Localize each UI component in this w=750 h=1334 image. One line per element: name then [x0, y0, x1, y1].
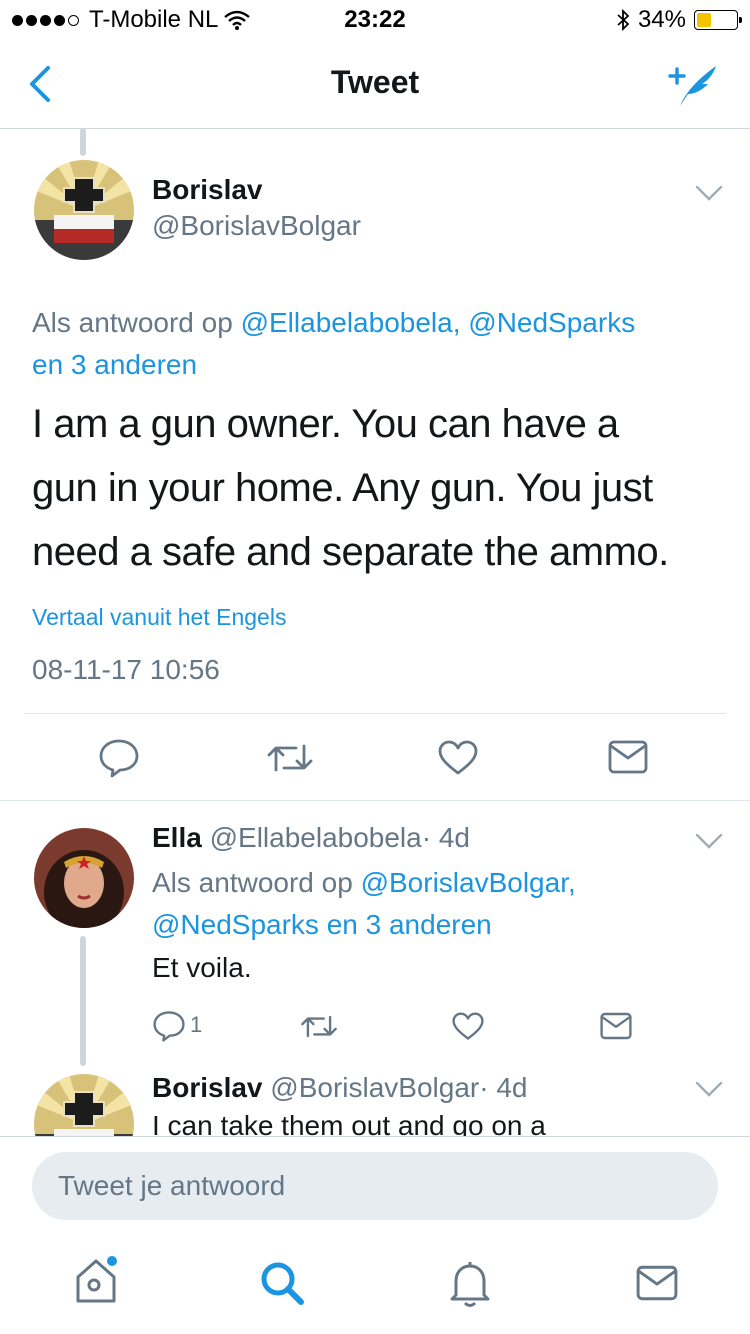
author-name[interactable]: Borislav: [152, 1072, 263, 1103]
reply-context: Als antwoord op @Ellabelabobela, @NedSpa…: [32, 302, 732, 386]
avatar[interactable]: [34, 828, 134, 928]
chevron-down-icon[interactable]: [694, 1080, 724, 1098]
tweet-text-line: I am a gun owner. You can have a: [32, 402, 619, 446]
translate-link[interactable]: Vertaal vanuit het Engels: [32, 604, 286, 631]
reply-input[interactable]: Tweet je antwoord: [32, 1152, 718, 1220]
tweet-text: I am a gun owner. You can have a gun in …: [32, 392, 722, 584]
tweet-text-line: need a safe and separate the ammo.: [32, 530, 669, 574]
reply-icon[interactable]: [98, 738, 140, 778]
avatar[interactable]: [34, 160, 134, 260]
page-title: Tweet: [330, 64, 420, 100]
notifications-icon[interactable]: [448, 1259, 492, 1309]
direct-message-icon[interactable]: [608, 740, 648, 774]
reply-icon[interactable]: [152, 1010, 186, 1042]
composer-divider: [0, 1136, 750, 1137]
like-icon[interactable]: [452, 1012, 484, 1041]
bluetooth-icon: [617, 8, 630, 32]
author-handle[interactable]: @BorislavBolgar: [152, 210, 361, 242]
chevron-down-icon[interactable]: [694, 184, 724, 202]
reply-to-links[interactable]: @Ellabelabobela, @NedSparks: [241, 307, 636, 338]
retweet-icon[interactable]: [300, 1012, 338, 1041]
thread-line: [80, 936, 86, 1066]
search-icon[interactable]: [258, 1259, 306, 1307]
reply-prefix: Als antwoord op: [152, 867, 353, 898]
divider: [0, 800, 750, 801]
tweet-text-line: gun in your home. Any gun. You just: [32, 466, 653, 510]
author-name[interactable]: Ella: [152, 822, 202, 853]
tab-bar: [0, 1245, 750, 1334]
tweet-age: · 4d: [421, 822, 470, 853]
author-handle[interactable]: @Ellabelabobela: [210, 822, 422, 853]
reply-to-others-link[interactable]: @NedSparks en 3 anderen: [152, 909, 492, 940]
tweet-text: I can take them out and go on a: [152, 1110, 546, 1136]
reply-input-placeholder: Tweet je antwoord: [58, 1170, 286, 1201]
reply-2-clip: Borislav @BorislavBolgar· 4d I can take …: [0, 1066, 750, 1136]
reply-to-others-link[interactable]: en 3 anderen: [32, 349, 197, 380]
home-icon[interactable]: [72, 1255, 120, 1305]
reply-to-link[interactable]: @BorislavBolgar,: [361, 867, 576, 898]
reply-header: Ella @Ellabelabobela· 4d: [152, 822, 470, 854]
tweet-age: · 4d: [479, 1072, 528, 1103]
battery-icon: [694, 10, 742, 30]
reply-header: Borislav @BorislavBolgar· 4d: [152, 1072, 527, 1104]
reply-prefix: Als antwoord op: [32, 307, 233, 338]
divider: [24, 713, 726, 714]
battery-percentage: 34%: [637, 6, 686, 33]
chevron-down-icon[interactable]: [694, 832, 724, 850]
reply-context: Als antwoord op @BorislavBolgar, @NedSpa…: [152, 862, 722, 946]
tweet-text: Et voila.: [152, 952, 252, 983]
messages-icon[interactable]: [636, 1265, 678, 1301]
tweet-timestamp: 08-11-17 10:56: [32, 654, 220, 685]
retweet-icon[interactable]: [266, 740, 314, 776]
thread-line-top: [80, 128, 86, 156]
compose-tweet-icon[interactable]: [666, 62, 722, 108]
avatar[interactable]: [34, 1074, 134, 1136]
like-icon[interactable]: [438, 740, 478, 776]
reply-count: 1: [190, 1012, 203, 1037]
status-bar: T-Mobile NL 23:22 34%: [0, 0, 750, 40]
direct-message-icon[interactable]: [600, 1012, 632, 1040]
navigation-bar: Tweet: [0, 40, 750, 129]
author-handle[interactable]: @BorislavBolgar: [270, 1072, 479, 1103]
author-name[interactable]: Borislav: [152, 174, 263, 206]
